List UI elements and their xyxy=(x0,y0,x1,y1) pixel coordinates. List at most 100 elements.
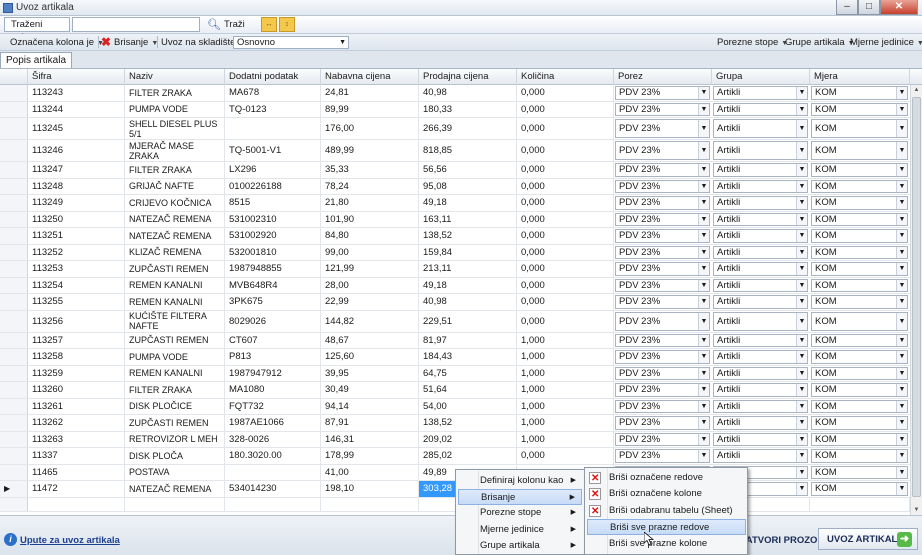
chevron-down-icon[interactable]: ▼ xyxy=(796,312,807,330)
row-header[interactable] xyxy=(0,140,28,161)
cell-nabavna-cijena[interactable]: 89,99 xyxy=(321,101,419,117)
col-grupa-select[interactable]: Artikli ▼ xyxy=(713,163,808,177)
cell-prodajna-cijena[interactable]: 95,08 xyxy=(419,178,517,194)
menu-item-groups[interactable]: Grupe artikala ▶ xyxy=(458,538,582,554)
col-grupa-select[interactable]: Artikli ▼ xyxy=(713,416,808,430)
chevron-down-icon[interactable]: ▼ xyxy=(698,230,709,242)
cell-naziv[interactable]: KUĆIŠTE FILTERA NAFTE xyxy=(125,310,225,332)
cell-naziv[interactable]: RETROVIZOR L MEH xyxy=(125,431,225,447)
col-porez-select[interactable]: PDV 23% ▼ xyxy=(615,399,710,413)
chevron-down-icon[interactable]: ▼ xyxy=(698,279,709,291)
cell-naziv[interactable]: PUMPA VODE xyxy=(125,349,225,365)
col-porez-select[interactable]: PDV 23% ▼ xyxy=(615,311,710,331)
col-grupa-select[interactable]: Artikli ▼ xyxy=(713,262,808,276)
cell-dodatni-podatak[interactable]: 531002920 xyxy=(225,228,321,244)
chevron-down-icon[interactable]: ▼ xyxy=(698,103,709,115)
cell-nabavna-cijena[interactable]: 39,95 xyxy=(321,365,419,381)
col-mjera-select[interactable]: KOM ▼ xyxy=(811,465,908,479)
column-menu[interactable]: Označena kolona je ▼ xyxy=(10,36,104,50)
col-mjera-select[interactable]: KOM ▼ xyxy=(811,86,908,100)
col-mjera-select[interactable]: KOM ▼ xyxy=(811,163,908,177)
tax-menu[interactable]: Porezne stope ▼ xyxy=(717,36,788,50)
table-row[interactable]: 113261 DISK PLOČICE FQT732 94,14 54,00 1,000 P… xyxy=(0,398,922,415)
row-header[interactable] xyxy=(0,277,28,293)
table-row[interactable]: 113249 CRIJEVO KOČNICA 8515 21,80 49,18 0,000… xyxy=(0,195,922,212)
chevron-down-icon[interactable]: ▼ xyxy=(896,400,907,412)
cell-dodatni-podatak[interactable]: P813 xyxy=(225,349,321,365)
chevron-down-icon[interactable]: ▼ xyxy=(796,164,807,176)
chevron-down-icon[interactable]: ▼ xyxy=(896,263,907,275)
col-grupa-select[interactable]: Artikli ▼ xyxy=(713,212,808,226)
cell-prodajna-cijena[interactable]: 163,11 xyxy=(419,211,517,227)
cell-sifra[interactable]: 113262 xyxy=(28,415,125,431)
cell-kolicina[interactable]: 0,000 xyxy=(517,277,614,293)
cell-dodatni-podatak[interactable]: 328-0026 xyxy=(225,431,321,447)
col-mjera-select[interactable]: KOM ▼ xyxy=(811,278,908,292)
chevron-down-icon[interactable]: ▼ xyxy=(698,351,709,363)
cell-naziv[interactable]: MJERAČ MASE ZRAKA xyxy=(125,140,225,161)
cell-kolicina[interactable]: 1,000 xyxy=(517,349,614,365)
menu-item-delete-sheet[interactable]: Briši odabranu tabelu (Sheet) xyxy=(587,503,746,519)
cell-kolicina[interactable]: 0,000 xyxy=(517,244,614,260)
chevron-down-icon[interactable]: ▼ xyxy=(896,164,907,176)
col-grupa-select[interactable]: Artikli ▼ xyxy=(713,399,808,413)
col-porez-select[interactable]: PDV 23% ▼ xyxy=(615,383,710,397)
cell-sifra[interactable]: 113252 xyxy=(28,244,125,260)
cell-kolicina[interactable]: 0,000 xyxy=(517,261,614,277)
cell-naziv[interactable]: FILTER ZRAKA xyxy=(125,85,225,101)
chevron-down-icon[interactable]: ▼ xyxy=(796,120,807,137)
chevron-down-icon[interactable]: ▼ xyxy=(796,433,807,445)
col-mjera-select[interactable]: KOM ▼ xyxy=(811,119,908,138)
search-input[interactable] xyxy=(72,17,200,32)
cell-naziv[interactable]: CRIJEVO KOČNICA xyxy=(125,195,225,211)
table-row[interactable]: 113263 RETROVIZOR L MEH 328-0026 146,31 209,… xyxy=(0,431,922,448)
chevron-down-icon[interactable]: ▼ xyxy=(896,384,907,396)
col-porez-select[interactable]: PDV 23% ▼ xyxy=(615,179,710,193)
chevron-down-icon[interactable]: ▼ xyxy=(698,164,709,176)
cell-naziv[interactable]: GRIJAČ NAFTE xyxy=(125,178,225,194)
col-grupa-select[interactable]: Artikli ▼ xyxy=(713,311,808,331)
chevron-down-icon[interactable]: ▼ xyxy=(796,400,807,412)
col-porez-select[interactable]: PDV 23% ▼ xyxy=(615,102,710,116)
cell-nabavna-cijena[interactable]: 489,99 xyxy=(321,140,419,161)
cell-nabavna-cijena[interactable]: 146,31 xyxy=(321,431,419,447)
cell-dodatni-podatak[interactable]: FQT732 xyxy=(225,398,321,414)
minimize-icon[interactable]: – xyxy=(836,0,858,15)
cell-dodatni-podatak[interactable]: 3PK675 xyxy=(225,294,321,310)
cell-kolicina[interactable]: 0,000 xyxy=(517,140,614,161)
row-header[interactable] xyxy=(0,294,28,310)
col-porez-select[interactable]: PDV 23% ▼ xyxy=(615,416,710,430)
table-row[interactable]: 113245 SHELL DIESEL PLUS 5/1 176,00 266,39 0… xyxy=(0,118,922,140)
menu-item-delete-selected-columns[interactable]: Briši označene kolone xyxy=(587,486,746,502)
menu-item-units[interactable]: Mjerne jedinice ▶ xyxy=(458,522,582,538)
autofit-columns-icon[interactable]: ↔ xyxy=(261,17,277,32)
chevron-down-icon[interactable]: ▼ xyxy=(796,103,807,115)
col-porez-select[interactable]: PDV 23% ▼ xyxy=(615,262,710,276)
cell-kolicina[interactable]: 1,000 xyxy=(517,431,614,447)
search-button[interactable]: 🔍︎ Traži xyxy=(204,17,248,32)
chevron-down-icon[interactable]: ▼ xyxy=(698,180,709,192)
cell-sifra[interactable]: 113249 xyxy=(28,195,125,211)
header-col-dodatni-podatak[interactable]: Dodatni podatak xyxy=(225,69,321,85)
chevron-down-icon[interactable]: ▼ xyxy=(896,334,907,346)
cell-naziv[interactable]: REMEN KANALNI xyxy=(125,277,225,293)
chevron-down-icon[interactable]: ▼ xyxy=(698,87,709,99)
cell-prodajna-cijena[interactable]: 49,18 xyxy=(419,277,517,293)
cell-dodatni-podatak[interactable]: 1987947912 xyxy=(225,365,321,381)
row-header[interactable]: ▶ xyxy=(0,481,28,497)
table-row[interactable]: 113248 GRIJAČ NAFTE 0100226188 78,24 95,08 0,… xyxy=(0,178,922,195)
header-col-mjera[interactable]: Mjera xyxy=(810,69,910,85)
cell-nabavna-cijena[interactable]: 198,10 xyxy=(321,481,419,497)
cell-prodajna-cijena[interactable]: 159,84 xyxy=(419,244,517,260)
chevron-down-icon[interactable]: ▼ xyxy=(796,230,807,242)
cell-dodatni-podatak[interactable] xyxy=(225,497,321,511)
chevron-down-icon[interactable]: ▼ xyxy=(698,433,709,445)
cell-kolicina[interactable]: 1,000 xyxy=(517,365,614,381)
cell-dodatni-podatak[interactable]: CT607 xyxy=(225,332,321,348)
col-porez-select[interactable]: PDV 23% ▼ xyxy=(615,196,710,210)
table-row[interactable]: 113260 FILTER ZRAKA MA1080 30,49 51,64 1,000 P… xyxy=(0,382,922,399)
chevron-down-icon[interactable]: ▼ xyxy=(698,142,709,159)
cell-sifra[interactable]: 113261 xyxy=(28,398,125,414)
col-grupa-select[interactable]: Artikli ▼ xyxy=(713,333,808,347)
col-grupa-select[interactable]: Artikli ▼ xyxy=(713,432,808,446)
